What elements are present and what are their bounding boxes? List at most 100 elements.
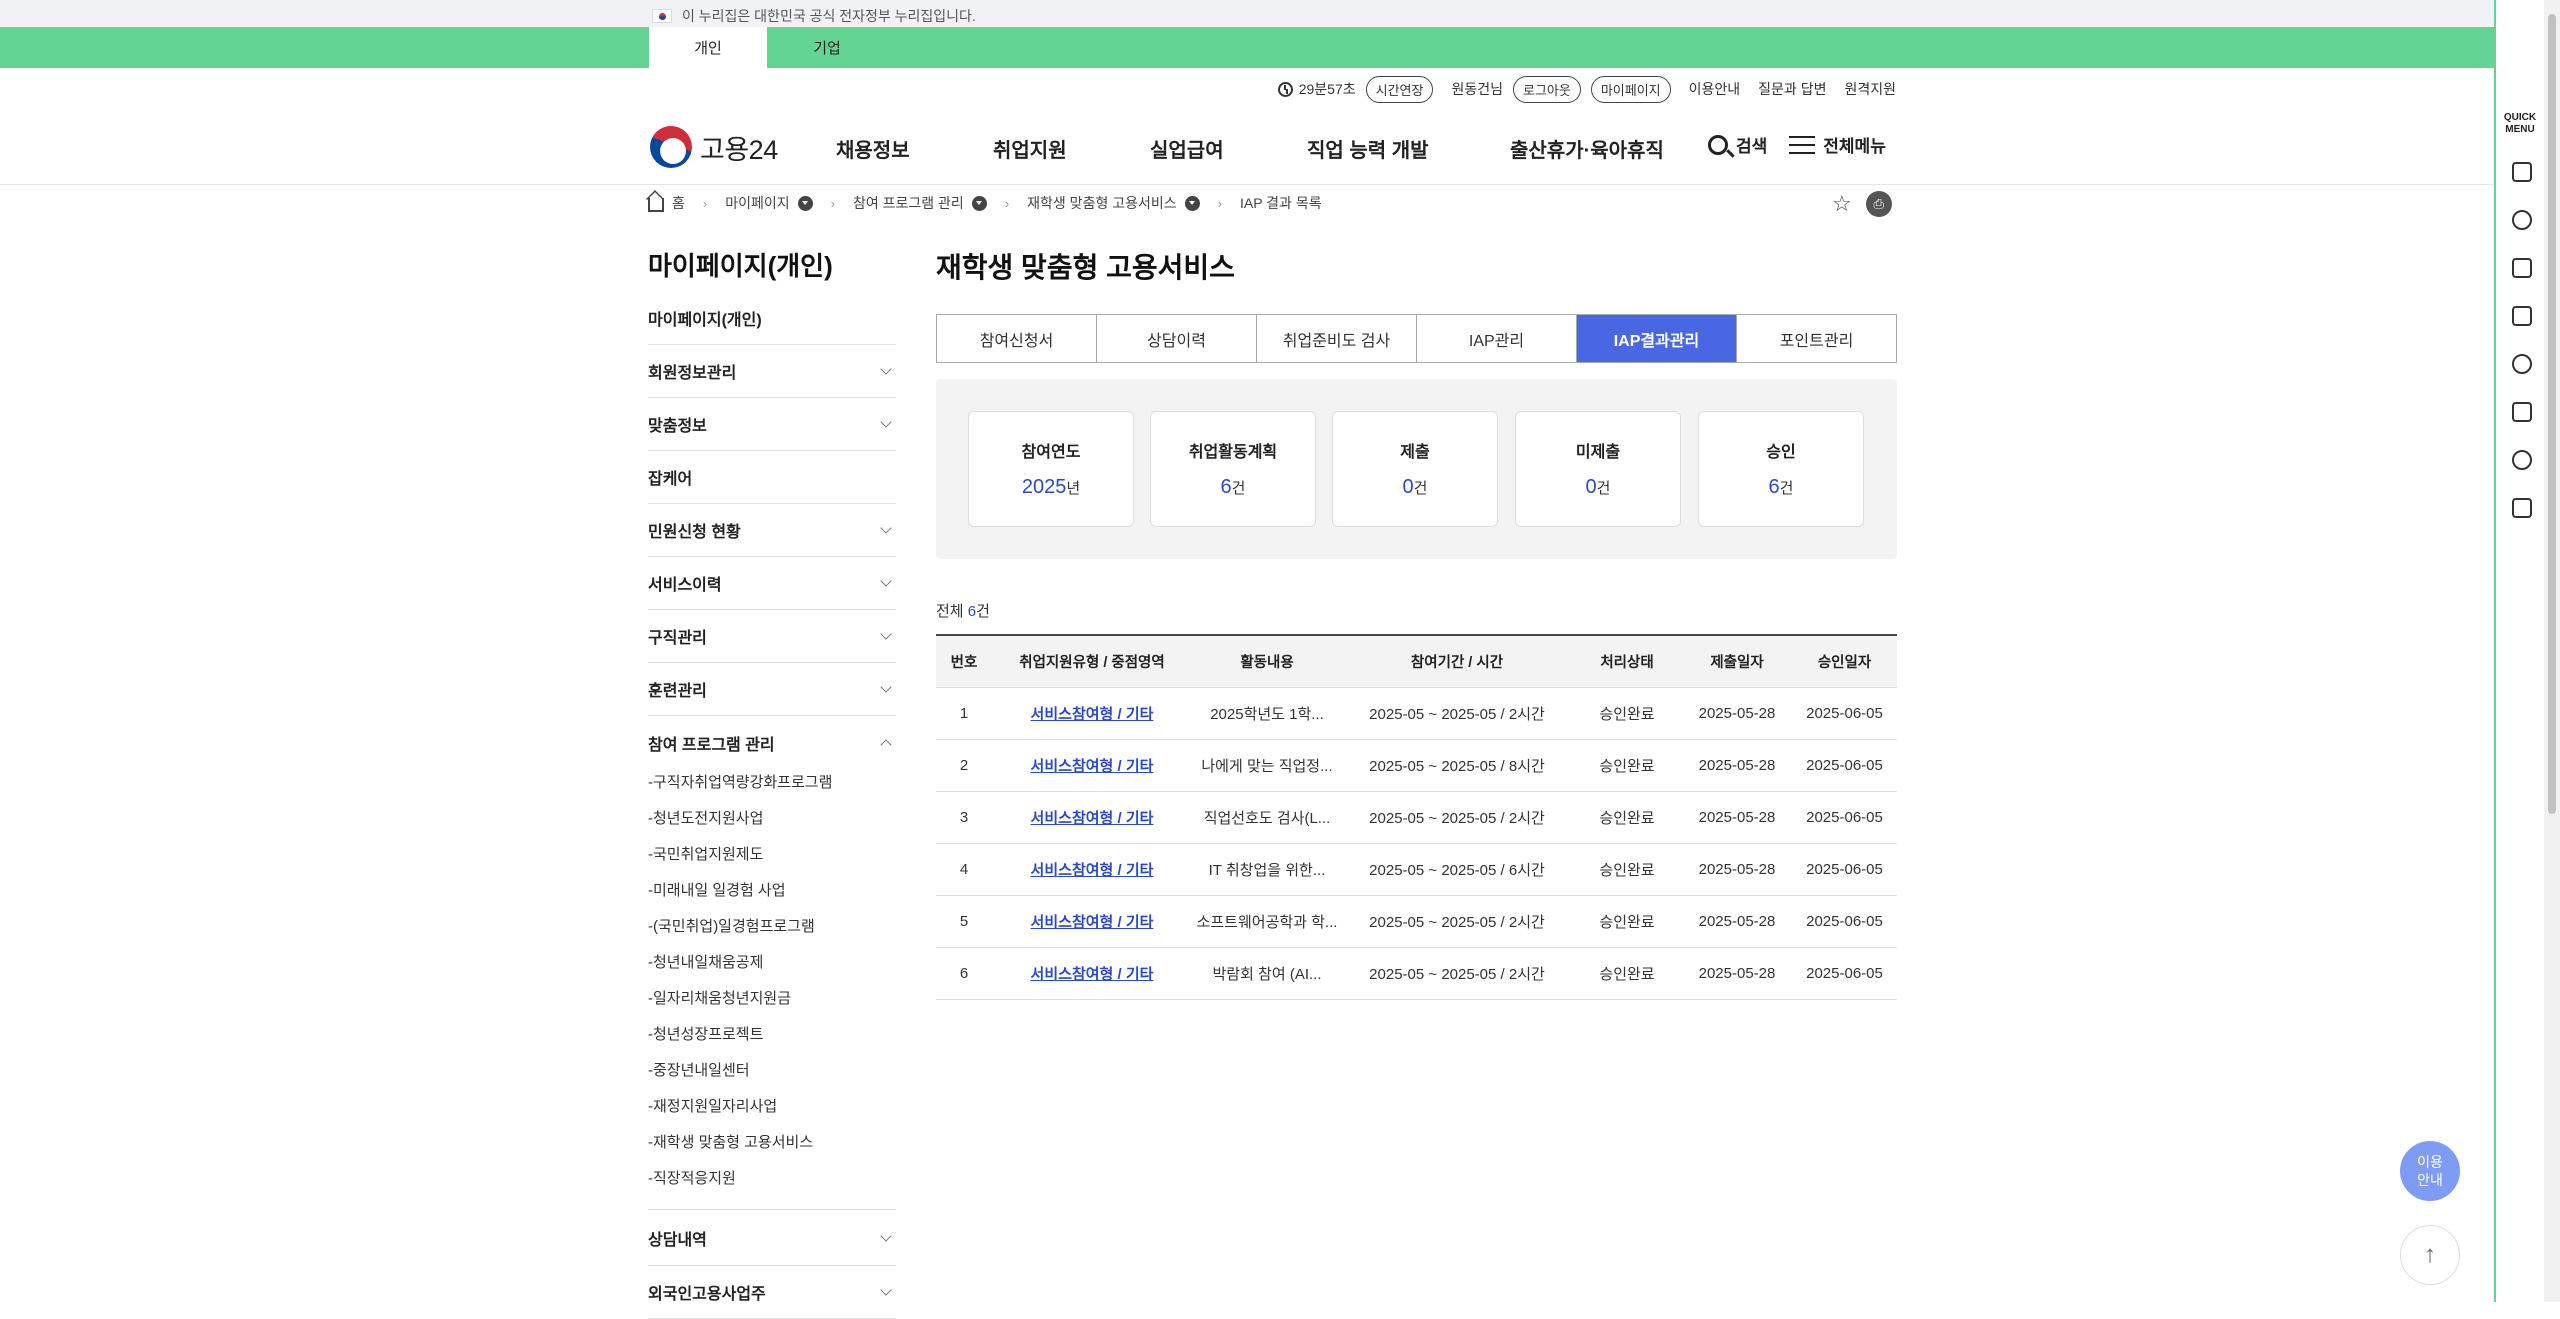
col-number: 번호 bbox=[936, 634, 992, 688]
cell-submit-date: 2025-05-28 bbox=[1682, 687, 1792, 740]
lnb-item-mypage[interactable]: 마이페이지(개인) bbox=[648, 292, 896, 345]
nav-job-skills[interactable]: 직업 능력 개발 bbox=[1307, 134, 1429, 163]
summary-value: 0 bbox=[1585, 476, 1597, 498]
summary-label: 승인 bbox=[1766, 444, 1796, 461]
cell-status: 승인완료 bbox=[1572, 791, 1682, 844]
support-type-link[interactable]: 서비스참여형 / 기타 bbox=[1031, 758, 1154, 775]
scrollbar[interactable] bbox=[2544, 0, 2560, 1302]
cell-period: 2025-05 ~ 2025-05 / 2시간 bbox=[1342, 895, 1572, 948]
tab-points[interactable]: 포인트관리 bbox=[1737, 315, 1896, 362]
breadcrumb-service[interactable]: 재학생 맞춤형 고용서비스 bbox=[1027, 193, 1176, 213]
document-icon[interactable] bbox=[2512, 162, 2532, 182]
lnb-sub-item[interactable]: -구직자취업역량강화프로그램 bbox=[648, 763, 896, 799]
support-type-link[interactable]: 서비스참여형 / 기타 bbox=[1031, 810, 1154, 827]
tab-iap-management[interactable]: IAP관리 bbox=[1417, 315, 1577, 362]
cell-approve-date: 2025-06-05 bbox=[1792, 895, 1897, 948]
lnb-item-custom-info[interactable]: 맞춤정보 bbox=[648, 398, 896, 451]
checklist-icon[interactable] bbox=[2512, 306, 2532, 326]
logout-button[interactable]: 로그아웃 bbox=[1512, 75, 1581, 103]
lnb-sub-item[interactable]: -(국민취업)일경험프로그램 bbox=[648, 907, 896, 943]
audience-tab-bar: 개인 기업 bbox=[0, 27, 2494, 68]
chat-icon[interactable] bbox=[2512, 210, 2532, 230]
printer-icon[interactable] bbox=[2512, 498, 2532, 518]
session-timer-text: 29분57초 bbox=[1298, 81, 1356, 97]
extend-session-button[interactable]: 시간연장 bbox=[1365, 75, 1434, 103]
lnb-item-counseling[interactable]: 상담내역 bbox=[648, 1210, 896, 1266]
lnb-item-member-info[interactable]: 회원정보관리 bbox=[648, 345, 896, 398]
all-menu-button[interactable]: 전체메뉴 bbox=[1789, 132, 1886, 157]
chevron-down-icon bbox=[880, 575, 892, 587]
lnb-sub-item[interactable]: -청년도전지원사업 bbox=[648, 799, 896, 835]
lnb-item-foreign-employer[interactable]: 외국인고용사업주 bbox=[648, 1266, 896, 1319]
nav-employment-support[interactable]: 취업지원 bbox=[993, 134, 1067, 163]
mypage-button[interactable]: 마이페이지 bbox=[1590, 75, 1671, 103]
total-unit: 건 bbox=[976, 603, 990, 620]
scroll-top-icon[interactable]: ↑ bbox=[2400, 1225, 2460, 1285]
cell-activity: IT 취창업을 위한... bbox=[1192, 843, 1342, 896]
lnb-item-label: 민원신청 현황 bbox=[648, 524, 741, 541]
tab-iap-results[interactable]: IAP결과관리 bbox=[1577, 315, 1737, 362]
chevron-up-icon bbox=[880, 738, 892, 751]
support-type-link[interactable]: 서비스참여형 / 기타 bbox=[1031, 862, 1154, 879]
support-type-link[interactable]: 서비스참여형 / 기타 bbox=[1031, 914, 1154, 931]
summary-panel: 참여연도 2025년 취업활동계획 6건 제출 0건 미제출 0건 승인 6건 bbox=[936, 379, 1897, 559]
print-icon[interactable]: ⎙ bbox=[1865, 191, 1892, 217]
breadcrumb-current: IAP 결과 목록 bbox=[1239, 195, 1322, 211]
smile-icon[interactable] bbox=[2512, 354, 2532, 374]
quick-menu: QUICK MENU bbox=[2494, 0, 2544, 1302]
guide-link[interactable]: 이용안내 bbox=[1689, 79, 1741, 99]
lnb-sub-item[interactable]: -일자리채움청년지원금 bbox=[648, 979, 896, 1015]
scrollbar-thumb[interactable] bbox=[2548, 14, 2556, 814]
tab-personal[interactable]: 개인 bbox=[649, 27, 767, 68]
nav-unemployment-benefit[interactable]: 실업급여 bbox=[1150, 134, 1224, 163]
coins-icon[interactable] bbox=[2512, 450, 2532, 470]
support-type-link[interactable]: 서비스참여형 / 기타 bbox=[1031, 966, 1154, 983]
usage-guide-button[interactable]: 이용 안내 bbox=[2400, 1141, 2460, 1201]
cell-number: 3 bbox=[936, 791, 992, 844]
dropdown-icon[interactable] bbox=[1184, 195, 1200, 211]
site-header: 고용24 채용정보 취업지원 실업급여 직업 능력 개발 출산휴가·육아휴직 검… bbox=[0, 110, 2494, 185]
monitor-icon[interactable] bbox=[2512, 258, 2532, 278]
lnb-item-job-seeking[interactable]: 구직관리 bbox=[648, 610, 896, 663]
lnb-sub-item[interactable]: -청년성장프로젝트 bbox=[648, 1015, 896, 1051]
total-prefix: 전체 bbox=[936, 603, 968, 620]
nav-jobs[interactable]: 채용정보 bbox=[836, 134, 910, 163]
summary-unit: 건 bbox=[1231, 480, 1246, 497]
lnb-sub-item[interactable]: -국민취업지원제도 bbox=[648, 835, 896, 871]
summary-unit: 건 bbox=[1779, 480, 1794, 497]
lnb-sub-item[interactable]: -청년내일채움공제 bbox=[648, 943, 896, 979]
lnb-sub-item[interactable]: -중장년내일센터 bbox=[648, 1051, 896, 1087]
utility-bar: 29분57초 시간연장 원동건님 로그아웃 마이페이지 이용안내 질문과 답변 … bbox=[1277, 75, 1896, 103]
lnb-sub-item[interactable]: -재정지원일자리사업 bbox=[648, 1087, 896, 1123]
search-button[interactable]: 검색 bbox=[1708, 132, 1767, 157]
summary-unit: 건 bbox=[1596, 480, 1611, 497]
breadcrumb-home[interactable]: 홈 bbox=[672, 193, 685, 213]
lnb-sub-item[interactable]: -직장적응지원 bbox=[648, 1159, 896, 1195]
lnb-sub-item[interactable]: -미래내일 일경험 사업 bbox=[648, 871, 896, 907]
lnb-item-service-history[interactable]: 서비스이력 bbox=[648, 557, 896, 610]
cell-status: 승인완료 bbox=[1572, 687, 1682, 740]
tab-readiness-test[interactable]: 취업준비도 검사 bbox=[1257, 315, 1417, 362]
qna-link[interactable]: 질문과 답변 bbox=[1758, 79, 1826, 99]
calculator-icon[interactable] bbox=[2512, 402, 2532, 422]
gov-banner-text: 이 누리집은 대한민국 공식 전자정부 누리집입니다. bbox=[682, 8, 976, 24]
support-type-link[interactable]: 서비스참여형 / 기타 bbox=[1031, 706, 1154, 723]
lnb-item-civil-status[interactable]: 민원신청 현황 bbox=[648, 504, 896, 557]
tab-application[interactable]: 참여신청서 bbox=[937, 315, 1097, 362]
lnb-item-jobcare[interactable]: 잡케어 bbox=[648, 451, 896, 504]
tab-company[interactable]: 기업 bbox=[768, 27, 886, 68]
breadcrumb-program[interactable]: 참여 프로그램 관리 bbox=[853, 193, 964, 213]
breadcrumb-mypage[interactable]: 마이페이지 bbox=[725, 193, 789, 213]
favorite-star-icon[interactable]: ☆ bbox=[1832, 193, 1852, 215]
lnb-item-training[interactable]: 훈련관리 bbox=[648, 663, 896, 716]
lnb-item-program-management[interactable]: 참여 프로그램 관리 bbox=[648, 716, 896, 769]
summary-card-plan: 취업활동계획 6건 bbox=[1150, 411, 1316, 527]
lnb-sub-item-active[interactable]: -재학생 맞춤형 고용서비스 bbox=[648, 1123, 896, 1159]
chevron-right-icon: › bbox=[830, 195, 835, 211]
tab-counseling-history[interactable]: 상담이력 bbox=[1097, 315, 1257, 362]
dropdown-icon[interactable] bbox=[971, 195, 987, 211]
nav-parental-leave[interactable]: 출산휴가·육아휴직 bbox=[1510, 134, 1664, 163]
remote-support-link[interactable]: 원격지원 bbox=[1844, 79, 1896, 99]
dropdown-icon[interactable] bbox=[797, 195, 813, 211]
site-logo[interactable]: 고용24 bbox=[650, 126, 778, 168]
